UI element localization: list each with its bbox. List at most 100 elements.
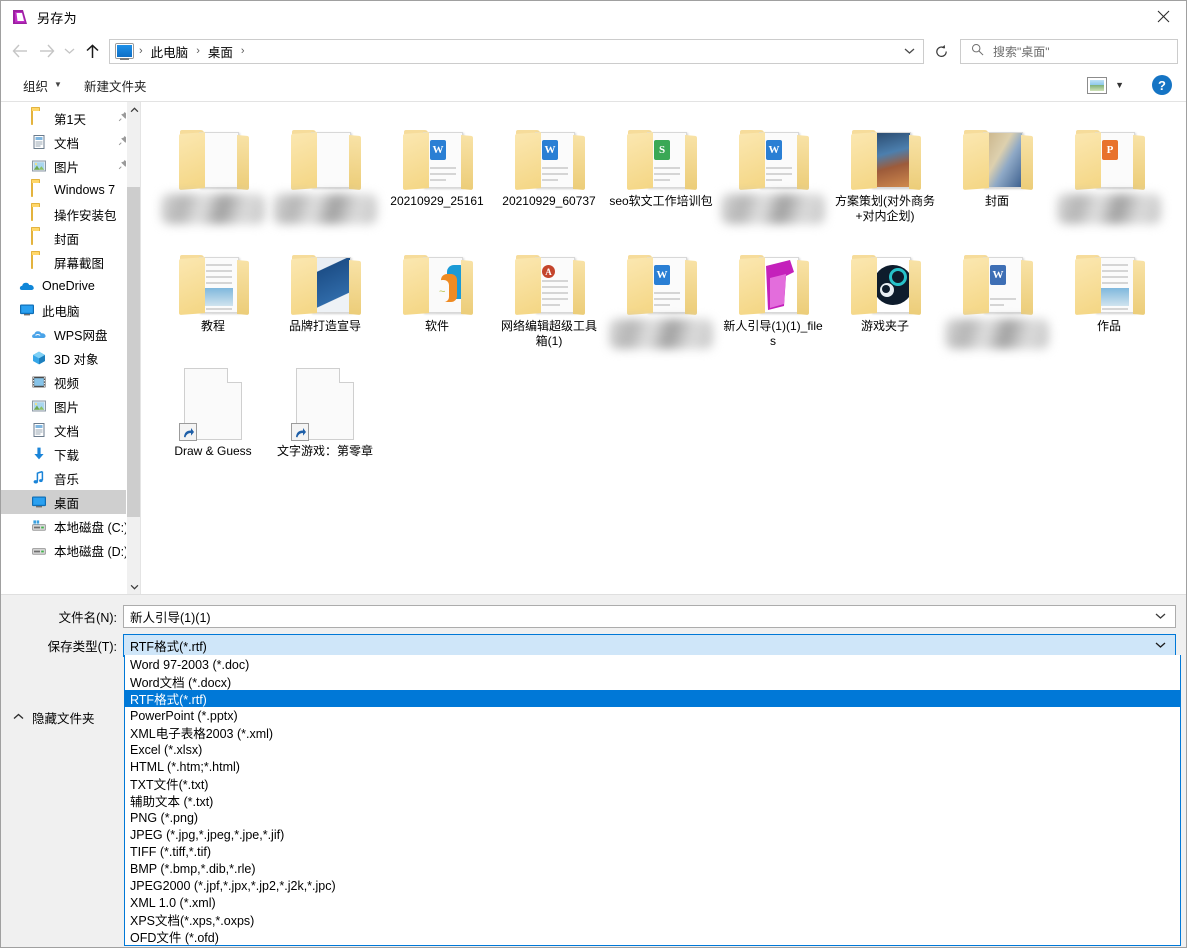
file-item[interactable]: 品牌打造宣导 <box>269 235 381 360</box>
sidebar-item-8[interactable]: 此电脑 <box>1 298 141 322</box>
file-item[interactable]: 文字游戏：第零章 <box>269 360 381 485</box>
file-label: 游戏夹子 <box>833 319 937 334</box>
breadcrumb-desktop[interactable]: 桌面 <box>206 42 235 61</box>
filetype-option[interactable]: OFD文件 (*.ofd) <box>125 928 1180 945</box>
filetype-chevron-down-icon[interactable] <box>1155 640 1166 651</box>
command-toolbar: 组织 ▼ 新建文件夹 ▼ ? <box>1 69 1186 102</box>
folder-icon: A <box>513 253 585 315</box>
window-title: 另存为 <box>37 8 77 27</box>
file-item[interactable]: 教程 <box>157 235 269 360</box>
sidebar-item-label: OneDrive <box>42 279 95 293</box>
folder-icon: W <box>625 253 697 315</box>
search-box[interactable]: 搜索"桌面" <box>960 39 1178 64</box>
back-button[interactable] <box>7 38 33 64</box>
file-item[interactable]: S seo软文工作培训包 <box>605 110 717 235</box>
sidebar-item-13[interactable]: 文档 <box>1 418 141 442</box>
sidebar-item-label: 视频 <box>54 373 79 392</box>
filetype-option[interactable]: HTML (*.htm;*.html) <box>125 758 1180 775</box>
hide-folders-button[interactable]: 隐藏文件夹 <box>13 708 95 727</box>
shortcut-arrow-icon <box>291 423 309 441</box>
filetype-option[interactable]: Word 97-2003 (*.doc) <box>125 656 1180 673</box>
recent-locations-button[interactable] <box>59 38 79 64</box>
file-item[interactable]: 作品 <box>1053 235 1165 360</box>
view-options-chevron-icon[interactable]: ▼ <box>1109 80 1136 90</box>
file-item[interactable]: ████ ██ <box>269 110 381 235</box>
file-icon <box>954 116 1040 190</box>
sidebar-item-14[interactable]: 下载 <box>1 442 141 466</box>
file-item[interactable]: 游戏夹子 <box>829 235 941 360</box>
sidebar-item-6[interactable]: 屏幕截图 <box>1 250 141 274</box>
filetype-option[interactable]: BMP (*.bmp,*.dib,*.rle) <box>125 860 1180 877</box>
sidebar-item-15[interactable]: 音乐 <box>1 466 141 490</box>
file-item[interactable]: 方案策划(对外商务+对内企划) <box>829 110 941 235</box>
file-item[interactable]: P ████ ██ <box>1053 110 1165 235</box>
sidebar-item-0[interactable]: 第1天 <box>1 106 141 130</box>
filetype-option[interactable]: TIFF (*.tiff,*.tif) <box>125 843 1180 860</box>
organize-button[interactable]: 组织 ▼ <box>17 73 68 98</box>
sidebar-item-11[interactable]: 视频 <box>1 370 141 394</box>
filetype-select[interactable]: RTF格式(*.rtf) <box>123 634 1176 657</box>
file-list-pane[interactable]: 副本.files ████ ██ W 20210929_25161 W 2021… <box>141 102 1186 594</box>
filetype-option[interactable]: 辅助文本 (*.txt) <box>125 792 1180 809</box>
scroll-up-arrow-icon[interactable] <box>127 102 141 117</box>
file-item[interactable]: Draw & Guess <box>157 360 269 485</box>
filetype-option[interactable]: Excel (*.xlsx) <box>125 741 1180 758</box>
filetype-option[interactable]: PowerPoint (*.pptx) <box>125 707 1180 724</box>
sidebar-item-9[interactable]: WPS网盘 <box>1 322 141 346</box>
sidebar-item-10[interactable]: 3D 对象 <box>1 346 141 370</box>
sidebar-item-3[interactable]: Windows 7 <box>1 178 141 202</box>
file-item[interactable]: 封面 <box>941 110 1053 235</box>
up-button[interactable] <box>79 38 105 64</box>
filename-input[interactable]: 新人引导(1)(1) <box>123 605 1176 628</box>
file-item[interactable]: ~ 软件 <box>381 235 493 360</box>
filename-chevron-down-icon[interactable] <box>1155 611 1166 622</box>
search-icon <box>971 43 984 59</box>
sidebar-scrollbar[interactable] <box>126 102 141 594</box>
filetype-option[interactable]: PNG (*.png) <box>125 809 1180 826</box>
sidebar-item-16[interactable]: 桌面 <box>1 490 141 514</box>
sidebar-item-4[interactable]: 操作安装包 <box>1 202 141 226</box>
file-label: 20210929_60737 <box>497 194 601 209</box>
scrollbar-thumb[interactable] <box>127 187 141 517</box>
sidebar-item-label: 桌面 <box>54 493 79 512</box>
new-folder-button[interactable]: 新建文件夹 <box>78 73 153 98</box>
filetype-option[interactable]: JPEG2000 (*.jpf,*.jpx,*.jp2,*.j2k,*.jpc) <box>125 877 1180 894</box>
file-item[interactable]: W 20210929_25161 <box>381 110 493 235</box>
file-label: ████ ██ <box>609 319 713 349</box>
desktop-crumb-icon <box>116 44 133 58</box>
file-item[interactable]: 新人引导(1)(1)_files <box>717 235 829 360</box>
file-item[interactable]: 副本.files <box>157 110 269 235</box>
scroll-down-arrow-icon[interactable] <box>127 579 141 594</box>
sidebar-item-12[interactable]: 图片 <box>1 394 141 418</box>
sidebar-item-5[interactable]: 封面 <box>1 226 141 250</box>
filetype-option[interactable]: TXT文件(*.txt) <box>125 775 1180 792</box>
sidebar-item-2[interactable]: 图片 <box>1 154 141 178</box>
search-input[interactable]: 搜索"桌面" <box>993 43 1050 60</box>
forward-button[interactable] <box>33 38 59 64</box>
filetype-option[interactable]: JPEG (*.jpg,*.jpeg,*.jpe,*.jif) <box>125 826 1180 843</box>
close-button[interactable] <box>1140 1 1186 32</box>
address-dropdown-chevron-icon[interactable] <box>904 44 915 58</box>
filetype-option[interactable]: RTF格式(*.rtf) <box>125 690 1180 707</box>
address-bar[interactable]: › 此电脑 › 桌面 › <box>109 39 924 64</box>
filetype-dropdown-list[interactable]: Word 97-2003 (*.doc)Word文档 (*.docx)RTF格式… <box>124 655 1181 946</box>
sidebar-item-18[interactable]: 本地磁盘 (D:) <box>1 538 141 562</box>
filetype-option[interactable]: Word文档 (*.docx) <box>125 673 1180 690</box>
sidebar-item-label: 图片 <box>54 157 79 176</box>
file-item[interactable]: W ████ ██ <box>717 110 829 235</box>
breadcrumb-this-pc[interactable]: 此电脑 <box>149 42 191 61</box>
filetype-option[interactable]: XML电子表格2003 (*.xml) <box>125 724 1180 741</box>
sidebar-item-17[interactable]: 本地磁盘 (C:) <box>1 514 141 538</box>
file-item[interactable]: W 修好 <box>941 235 1053 360</box>
filetype-option[interactable]: XPS文档(*.xps,*.oxps) <box>125 911 1180 928</box>
help-button[interactable]: ? <box>1152 75 1172 95</box>
filetype-option[interactable]: XML 1.0 (*.xml) <box>125 894 1180 911</box>
file-item[interactable]: A 网络编辑超级工具箱(1) <box>493 235 605 360</box>
sidebar-item-7[interactable]: OneDrive <box>1 274 141 298</box>
arrow-up-icon <box>84 44 101 59</box>
sidebar-item-1[interactable]: 文档 <box>1 130 141 154</box>
file-item[interactable]: W 20210929_60737 <box>493 110 605 235</box>
refresh-button[interactable] <box>928 39 954 64</box>
change-view-icon[interactable] <box>1087 77 1107 94</box>
file-item[interactable]: W ████ ██ <box>605 235 717 360</box>
